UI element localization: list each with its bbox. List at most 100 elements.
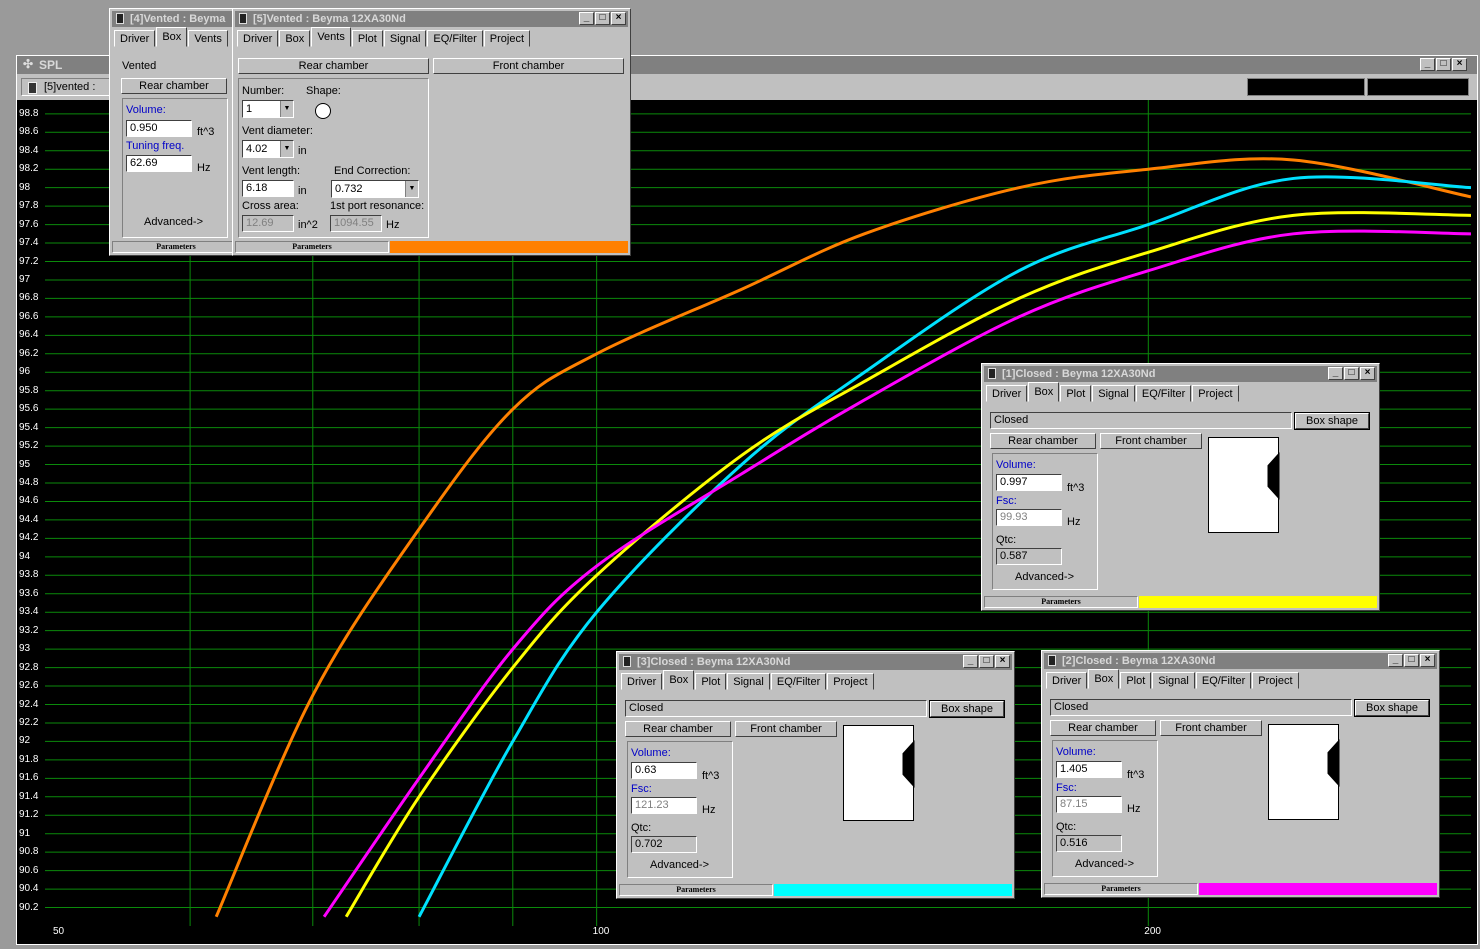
window-4-vented[interactable]: [4]Vented : Beyma Driver Box Vents Vente…	[109, 8, 243, 256]
circle-shape-icon[interactable]	[315, 103, 331, 119]
number-select[interactable]: 1 ▼	[242, 100, 294, 118]
minimize-button[interactable]: _	[1328, 367, 1343, 380]
number-value: 1	[246, 103, 253, 115]
tab-vents[interactable]: Vents	[311, 27, 351, 47]
port-resonance-label: 1st port resonance:	[330, 200, 425, 212]
tab-box[interactable]: Box	[156, 27, 188, 47]
port-resonance-value: 1094.55	[330, 215, 382, 232]
tab-box[interactable]: Box	[1028, 382, 1060, 402]
y-tick-label: 90.2	[19, 901, 39, 913]
volume-input[interactable]: 0.997	[996, 474, 1062, 491]
tab-signal[interactable]: Signal	[1152, 672, 1195, 689]
tab-project[interactable]: Project	[483, 30, 531, 47]
tab-signal[interactable]: Signal	[1092, 385, 1135, 402]
tuning-freq-input[interactable]: 62.69	[126, 155, 192, 172]
volume-input[interactable]: 0.950	[126, 120, 192, 137]
end-correction-select[interactable]: 0.732 ▼	[331, 180, 419, 198]
rear-chamber-button[interactable]: Rear chamber	[1050, 720, 1156, 736]
tab-vents[interactable]: Vents	[188, 30, 228, 47]
vent-length-label: Vent length:	[242, 165, 301, 177]
curve-selector[interactable]: [5]vented :	[21, 78, 115, 96]
chevron-down-icon[interactable]: ▼	[405, 181, 418, 197]
rear-chamber-button[interactable]: Rear chamber	[238, 58, 429, 74]
front-chamber-button[interactable]: Front chamber	[1160, 720, 1262, 736]
minimize-button[interactable]: _	[579, 12, 594, 25]
tab-project[interactable]: Project	[827, 673, 874, 690]
minimize-button[interactable]: _	[1420, 58, 1435, 71]
vent-length-unit: in	[298, 185, 307, 197]
tab-driver[interactable]: Driver	[114, 30, 156, 47]
tab-eq-filter[interactable]: EQ/Filter	[427, 30, 483, 47]
parameters-tab[interactable]: Parameters	[619, 884, 773, 896]
box-shape-button[interactable]: Box shape	[1354, 699, 1430, 717]
chevron-down-icon[interactable]: ▼	[280, 101, 293, 117]
y-tick-label: 95.2	[19, 440, 39, 452]
tab-project[interactable]: Project	[1192, 385, 1239, 402]
close-button[interactable]: ×	[995, 655, 1010, 668]
tab-driver[interactable]: Driver	[237, 30, 279, 47]
status-bar: Parameters	[1044, 883, 1437, 895]
window-3-closed[interactable]: [3]Closed : Beyma 12XA30Nd _ □ × Driver …	[616, 651, 1015, 899]
window-1-closed[interactable]: [1]Closed : Beyma 12XA30Nd _ □ × Driver …	[981, 363, 1380, 611]
tuning-freq-unit: Hz	[197, 162, 211, 174]
window-4-title-bar[interactable]: [4]Vented : Beyma	[112, 11, 240, 27]
front-chamber-button[interactable]: Front chamber	[1100, 433, 1202, 449]
volume-input[interactable]: 1.405	[1056, 761, 1122, 778]
advanced-link[interactable]: Advanced->	[650, 859, 709, 871]
maximize-button[interactable]: □	[1436, 58, 1451, 71]
advanced-link[interactable]: Advanced->	[144, 216, 203, 228]
tab-eq-filter[interactable]: EQ/Filter	[1195, 672, 1252, 689]
maximize-button[interactable]: □	[595, 12, 610, 25]
tab-eq-filter[interactable]: EQ/Filter	[1135, 385, 1192, 402]
close-button[interactable]: ×	[1360, 367, 1375, 380]
window-2-closed[interactable]: [2]Closed : Beyma 12XA30Nd _ □ × Driver …	[1041, 650, 1440, 898]
tab-plot[interactable]: Plot	[1060, 385, 1092, 402]
speaker-driver-icon	[902, 740, 915, 788]
window-5-vented[interactable]: [5]Vented : Beyma 12XA30Nd _ □ × Driver …	[232, 8, 631, 256]
y-tick-label: 93	[19, 643, 31, 655]
window-2-title-bar[interactable]: [2]Closed : Beyma 12XA30Nd _ □ ×	[1044, 653, 1437, 669]
close-button[interactable]: ×	[1420, 654, 1435, 667]
tab-plot[interactable]: Plot	[351, 30, 383, 47]
rear-chamber-button[interactable]: Rear chamber	[625, 721, 731, 737]
tab-box[interactable]: Box	[663, 670, 695, 690]
box-shape-button[interactable]: Box shape	[1294, 412, 1370, 430]
tab-eq-filter[interactable]: EQ/Filter	[770, 673, 827, 690]
chevron-down-icon[interactable]: ▼	[280, 141, 293, 157]
tab-box[interactable]: Box	[279, 30, 311, 47]
vent-length-input[interactable]: 6.18	[242, 180, 294, 197]
minimize-button[interactable]: _	[1388, 654, 1403, 667]
tab-driver[interactable]: Driver	[986, 385, 1028, 402]
tab-driver[interactable]: Driver	[1046, 672, 1088, 689]
close-button[interactable]: ×	[611, 12, 626, 25]
parameters-tab[interactable]: Parameters	[112, 241, 240, 253]
tab-plot[interactable]: Plot	[1120, 672, 1152, 689]
close-button[interactable]: ×	[1452, 58, 1467, 71]
rear-chamber-button[interactable]: Rear chamber	[121, 78, 227, 94]
vent-diameter-select[interactable]: 4.02 ▼	[242, 140, 294, 158]
parameters-tab[interactable]: Parameters	[235, 241, 389, 253]
window-3-title-bar[interactable]: [3]Closed : Beyma 12XA30Nd _ □ ×	[619, 654, 1012, 670]
volume-input[interactable]: 0.63	[631, 762, 697, 779]
speaker-icon	[623, 656, 631, 667]
maximize-button[interactable]: □	[1404, 654, 1419, 667]
window-5-title-bar[interactable]: [5]Vented : Beyma 12XA30Nd _ □ ×	[235, 11, 628, 27]
tab-project[interactable]: Project	[1252, 672, 1299, 689]
advanced-link[interactable]: Advanced->	[1075, 858, 1134, 870]
maximize-button[interactable]: □	[979, 655, 994, 668]
parameters-tab[interactable]: Parameters	[984, 596, 1138, 608]
front-chamber-button[interactable]: Front chamber	[735, 721, 837, 737]
tab-driver[interactable]: Driver	[621, 673, 663, 690]
tab-signal[interactable]: Signal	[383, 30, 427, 47]
minimize-button[interactable]: _	[963, 655, 978, 668]
box-shape-button[interactable]: Box shape	[929, 700, 1005, 718]
maximize-button[interactable]: □	[1344, 367, 1359, 380]
window-1-title-bar[interactable]: [1]Closed : Beyma 12XA30Nd _ □ ×	[984, 366, 1377, 382]
rear-chamber-button[interactable]: Rear chamber	[990, 433, 1096, 449]
front-chamber-button[interactable]: Front chamber	[433, 58, 624, 74]
tab-box[interactable]: Box	[1088, 669, 1120, 689]
tab-plot[interactable]: Plot	[695, 673, 727, 690]
tab-signal[interactable]: Signal	[727, 673, 770, 690]
parameters-tab[interactable]: Parameters	[1044, 883, 1198, 895]
advanced-link[interactable]: Advanced->	[1015, 571, 1074, 583]
